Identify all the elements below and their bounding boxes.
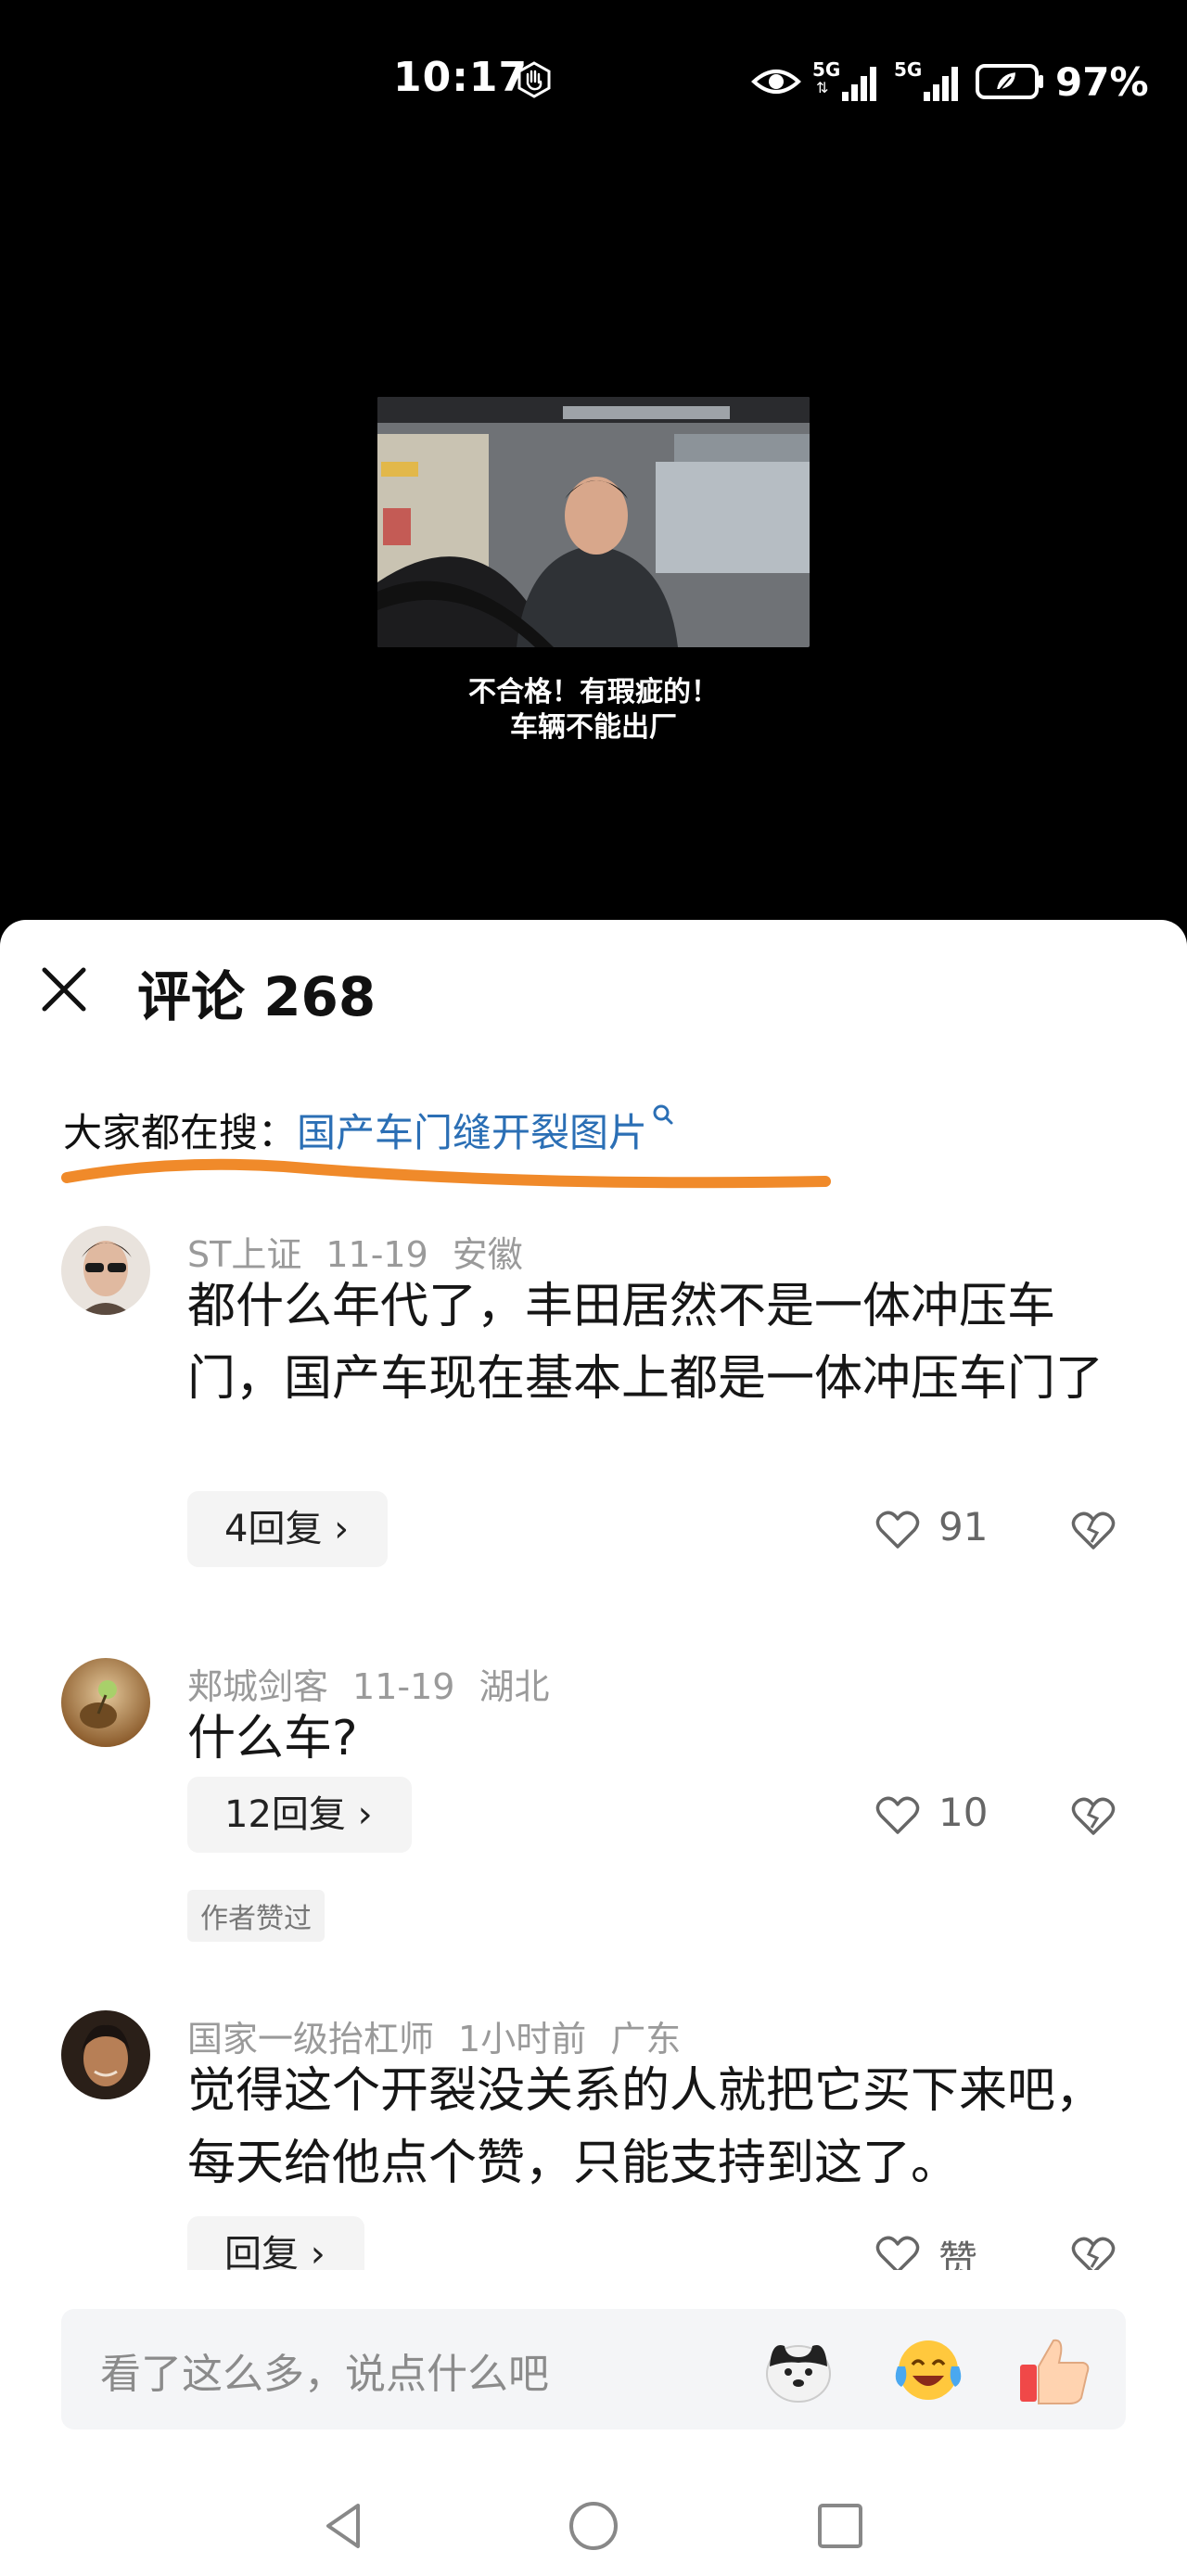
signal-bars-icon [924, 67, 958, 101]
comment-item: ST上证 11-19 安徽 都什么年代了，丰田居然不是一体冲压车门，国产车现在基本上… [0, 1226, 1187, 1569]
avatar[interactable] [61, 1226, 150, 1315]
comment-location: 广东 [610, 2019, 682, 2060]
comment-list: ST上证 11-19 安徽 都什么年代了，丰田居然不是一体冲压车门，国产车现在基本上… [0, 1226, 1187, 2270]
signal-bars-icon [842, 67, 876, 101]
comment-text[interactable]: 什么车? [187, 1702, 1142, 1775]
avatar[interactable] [61, 2010, 150, 2099]
comment-item: 郏城剑客 11-19 湖北 什么车? 12回复 › 10 作者赞过 [0, 1658, 1187, 2010]
eye-comfort-icon [751, 70, 801, 94]
author-liked-badge: 作者赞过 [187, 1890, 325, 1942]
search-icon[interactable] [649, 1102, 677, 1129]
heart-icon [875, 2236, 920, 2270]
comment-meta: ST上证 11-19 安徽 [187, 1226, 547, 1277]
comment-username[interactable]: 国家一级抬杠师 [187, 2019, 434, 2060]
comment-location: 安徽 [452, 1234, 523, 1275]
heart-icon [875, 1511, 920, 1549]
video-subtitle: 不合格！有瑕疵的！ 车辆不能出厂 [371, 675, 816, 746]
signal-5g-1: 5G ⇅ [812, 58, 883, 105]
comment-input[interactable]: 看了这么多，说点什么吧 [100, 2340, 549, 2400]
system-navigation-bar [0, 2467, 1187, 2576]
reply-count: 回复 [224, 2233, 299, 2270]
reply-count: 12回复 [224, 1793, 346, 1836]
thumbs-up-icon[interactable] [1016, 2329, 1096, 2409]
subtitle-line: 车辆不能出厂 [510, 711, 677, 744]
broken-heart-icon[interactable] [1070, 2232, 1117, 2270]
network-type-label: 5G [812, 58, 841, 81]
like-count: 10 [938, 1790, 989, 1835]
comments-title: 评论 268 [137, 965, 377, 1028]
comment-date: 1小时前 [458, 2019, 587, 2060]
comment-location: 湖北 [479, 1666, 550, 1707]
comments-sheet: 评论 268 大家都在搜：国产车门缝开裂图片 ST上证 11-19 安徽 都什么年代… [0, 920, 1187, 2576]
avatar[interactable] [61, 1658, 150, 1747]
broken-heart-icon[interactable] [1070, 1792, 1117, 1839]
like-button[interactable]: 91 [875, 1502, 1015, 1558]
view-replies-button[interactable]: 12回复 › [187, 1777, 412, 1853]
comment-username[interactable]: 郏城剑客 [187, 1666, 328, 1707]
comment-date: 11-19 [325, 1234, 428, 1275]
comment-text[interactable]: 觉得这个开裂没关系的人就把它买下来吧，每天给他点个赞，只能支持到这了。 [187, 2055, 1142, 2200]
highlight-underline [61, 1158, 831, 1189]
like-count: 赞 [938, 2238, 978, 2270]
signal-5g-2: 5G [894, 58, 964, 105]
status-bar: 10:17 5G ⇅ 5G 97% [0, 0, 1187, 167]
dog-emoji-icon[interactable] [759, 2329, 838, 2409]
close-icon[interactable] [35, 961, 93, 1018]
status-time: 10:17 [393, 54, 529, 101]
recents-icon[interactable] [810, 2496, 870, 2556]
reply-count: 4回复 [224, 1508, 323, 1550]
like-button[interactable]: 赞 [875, 2227, 1015, 2270]
status-icons: 5G ⇅ 5G 97% [751, 54, 1149, 109]
comment-meta: 郏城剑客 11-19 湖北 [187, 1658, 573, 1709]
video-frame[interactable] [377, 397, 810, 647]
comment-text[interactable]: 都什么年代了，丰田居然不是一体冲压车门，国产车现在基本上都是一体冲压车门了 [187, 1270, 1142, 1415]
chevron-right-icon: › [334, 1508, 350, 1550]
back-icon[interactable] [315, 2496, 375, 2556]
gesture-hand-icon [517, 61, 551, 98]
data-arrows-icon: ⇅ [816, 79, 829, 96]
comment-meta: 国家一级抬杠师 1小时前 广东 [187, 2010, 705, 2061]
laughing-crying-emoji-icon[interactable] [888, 2329, 968, 2409]
battery-percent: 97% [1055, 58, 1149, 105]
heart-icon [875, 1796, 920, 1834]
view-replies-button[interactable]: 4回复 › [187, 1491, 389, 1567]
comment-item: 国家一级抬杠师 1小时前 广东 觉得这个开裂没关系的人就把它买下来吧，每天给他点个赞… [0, 2010, 1187, 2270]
battery-saver-icon [976, 64, 1043, 99]
comment-input-bar[interactable]: 看了这么多，说点什么吧 [61, 2309, 1126, 2429]
comment-date: 11-19 [352, 1666, 455, 1707]
broken-heart-icon[interactable] [1070, 1507, 1117, 1553]
subtitle-line: 不合格！有瑕疵的！ [468, 676, 719, 708]
home-icon[interactable] [564, 2496, 623, 2556]
chevron-right-icon: › [310, 2233, 325, 2270]
chevron-right-icon: › [357, 1793, 373, 1836]
like-count: 91 [938, 1504, 989, 1549]
like-button[interactable]: 10 [875, 1788, 1015, 1843]
network-type-label: 5G [894, 58, 923, 81]
comment-username[interactable]: ST上证 [187, 1234, 301, 1275]
view-replies-button[interactable]: 回复 › [187, 2216, 364, 2270]
